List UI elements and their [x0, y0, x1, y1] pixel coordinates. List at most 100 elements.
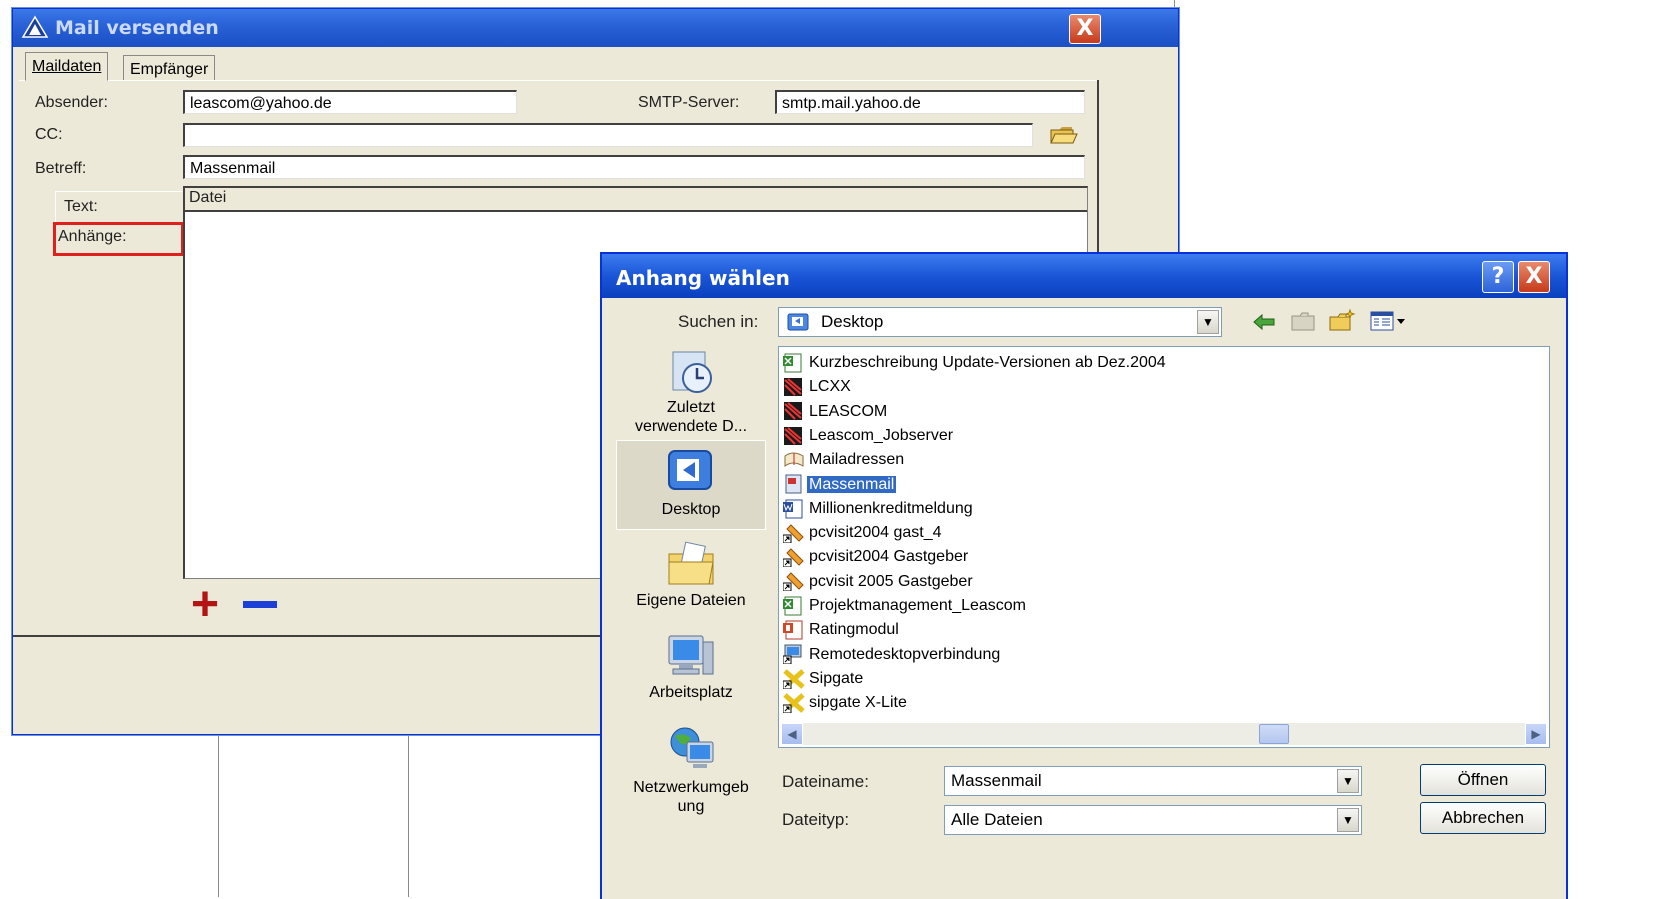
- file-list[interactable]: Kurzbeschreibung Update-Versionen ab Dez…: [778, 346, 1550, 748]
- help-button[interactable]: ?: [1482, 261, 1514, 293]
- place-recent[interactable]: Zuletzt verwendete D...: [616, 348, 766, 436]
- desktop-small-icon: [787, 312, 809, 337]
- back-icon[interactable]: [1252, 312, 1278, 337]
- my-documents-icon: [665, 540, 717, 588]
- file-name: Leascom_Jobserver: [809, 426, 954, 444]
- sipgate-icon: [782, 693, 805, 714]
- file-item[interactable]: pcvisit2004 Gastgeber: [782, 545, 970, 569]
- place-network[interactable]: Netzwerkumgeb ung: [616, 724, 766, 816]
- shortcut-icon: [782, 571, 805, 592]
- file-item[interactable]: Leascom_Jobserver: [783, 424, 955, 448]
- datei-column-header: Datei: [189, 189, 227, 206]
- file-name: sipgate X-Lite: [809, 694, 907, 712]
- tab-empfaenger-label: Empfänger: [130, 61, 209, 78]
- powerpoint-icon: [783, 620, 805, 640]
- filename-dropdown-button[interactable]: ▼: [1337, 769, 1359, 793]
- file-item[interactable]: Massenmail: [783, 473, 897, 497]
- excel-icon: [783, 353, 805, 373]
- filetype-dropdown-button[interactable]: ▼: [1337, 808, 1359, 832]
- file-item[interactable]: pcvisit2004 gast_4: [782, 521, 944, 545]
- absender-field[interactable]: leascom@yahoo.de: [183, 90, 517, 114]
- filetype-value: Alle Dateien: [951, 810, 1043, 829]
- file-name: pcvisit2004 Gastgeber: [809, 548, 969, 566]
- document-icon: [783, 474, 805, 494]
- smtp-field[interactable]: smtp.mail.yahoo.de: [775, 90, 1085, 114]
- place-my-computer[interactable]: Arbeitsplatz: [616, 632, 766, 702]
- smtp-label: SMTP-Server:: [638, 94, 740, 111]
- betreff-label: Betreff:: [35, 160, 87, 177]
- attachment-dialog: Anhang wählen ? X Suchen in: Desktop ▼ Z…: [600, 252, 1568, 899]
- horizontal-scrollbar[interactable]: ◀ ▶: [781, 723, 1547, 745]
- places-bar: Zuletzt verwendete D... Desktop Eigene D…: [616, 342, 766, 887]
- filetype-label: Dateityp:: [782, 810, 850, 829]
- file-item[interactable]: Millionenkreditmeldung: [783, 497, 975, 521]
- place-network-label: Netzwerkumgeb ung: [633, 779, 749, 815]
- place-recent-label: Zuletzt verwendete D...: [634, 399, 748, 435]
- look-in-combo[interactable]: Desktop ▼: [778, 307, 1222, 337]
- open-folder-icon[interactable]: [1049, 122, 1079, 151]
- app-shortcut-icon: [783, 401, 805, 421]
- filename-value: Massenmail: [951, 771, 1042, 790]
- scroll-right-icon[interactable]: ▶: [1525, 723, 1547, 745]
- filename-combo[interactable]: Massenmail ▼: [944, 766, 1362, 796]
- file-name: Remotedesktopverbindung: [809, 645, 1001, 663]
- absender-label: Absender:: [35, 94, 108, 111]
- file-name: Massenmail: [807, 475, 897, 493]
- filetype-combo[interactable]: Alle Dateien ▼: [944, 805, 1362, 835]
- remote-desktop-icon: [782, 644, 805, 665]
- file-name: pcvisit2004 gast_4: [809, 524, 942, 542]
- view-menu-icon[interactable]: [1370, 310, 1408, 337]
- new-folder-icon[interactable]: [1328, 308, 1356, 337]
- file-item[interactable]: Sipgate: [782, 667, 865, 691]
- place-desktop-label: Desktop: [661, 501, 721, 518]
- file-item[interactable]: Ratingmodul: [783, 618, 901, 642]
- app-shortcut-icon: [783, 426, 805, 446]
- remove-attachment-button[interactable]: [243, 601, 277, 608]
- tab-maildaten[interactable]: Maildaten: [25, 52, 109, 81]
- app-logo-icon: [21, 15, 49, 44]
- file-item[interactable]: pcvisit 2005 Gastgeber: [782, 570, 975, 594]
- dialog-close-button[interactable]: X: [1518, 261, 1550, 293]
- filename-label: Dateiname:: [782, 772, 869, 791]
- text-label: Text:: [64, 198, 98, 215]
- word-icon: [783, 499, 805, 519]
- shortcut-icon: [782, 547, 805, 568]
- sipgate-icon: [782, 668, 805, 690]
- cancel-button[interactable]: Abbrechen: [1420, 802, 1546, 834]
- place-my-documents-label: Eigene Dateien: [636, 592, 746, 609]
- shortcut-icon: [782, 523, 805, 544]
- dialog-title-bar[interactable]: Anhang wählen ? X: [602, 254, 1566, 298]
- file-item[interactable]: sipgate X-Lite: [782, 691, 909, 715]
- file-item[interactable]: Remotedesktopverbindung: [782, 643, 1002, 667]
- close-button[interactable]: X: [1069, 14, 1101, 44]
- place-my-documents[interactable]: Eigene Dateien: [616, 540, 766, 610]
- up-folder-icon[interactable]: [1290, 310, 1316, 337]
- cc-label: CC:: [35, 126, 63, 143]
- place-desktop[interactable]: Desktop: [616, 440, 766, 530]
- file-name: Kurzbeschreibung Update-Versionen ab Dez…: [809, 354, 1166, 371]
- file-item[interactable]: LCXX: [783, 375, 853, 399]
- attachments-header[interactable]: Datei: [185, 188, 1087, 212]
- cc-field[interactable]: [183, 123, 1033, 147]
- mail-title-bar[interactable]: Mail versenden X: [13, 9, 1178, 47]
- look-in-dropdown-button[interactable]: ▼: [1197, 310, 1219, 334]
- scroll-left-icon[interactable]: ◀: [781, 723, 803, 745]
- my-computer-icon: [665, 632, 717, 680]
- add-attachment-button[interactable]: +: [191, 581, 219, 629]
- tab-empfaenger[interactable]: Empfänger: [123, 55, 216, 80]
- desktop-icon: [665, 447, 717, 495]
- betreff-field[interactable]: Massenmail: [183, 155, 1085, 179]
- scroll-thumb[interactable]: [1259, 724, 1289, 744]
- place-my-computer-label: Arbeitsplatz: [649, 684, 733, 701]
- file-name: LEASCOM: [809, 402, 888, 420]
- tab-maildaten-label: Maildaten: [32, 58, 102, 75]
- file-item[interactable]: Kurzbeschreibung Update-Versionen ab Dez…: [783, 351, 1168, 375]
- file-name: Sipgate: [809, 669, 864, 687]
- file-item[interactable]: Projektmanagement_Leascom: [783, 594, 1028, 618]
- open-button[interactable]: Öffnen: [1420, 764, 1546, 796]
- nav-text[interactable]: Text:: [55, 191, 184, 223]
- file-item[interactable]: LEASCOM: [783, 400, 889, 424]
- tab-divider: [19, 80, 1099, 81]
- file-item[interactable]: Mailadressen: [783, 448, 906, 472]
- file-name: Millionenkreditmeldung: [809, 499, 973, 517]
